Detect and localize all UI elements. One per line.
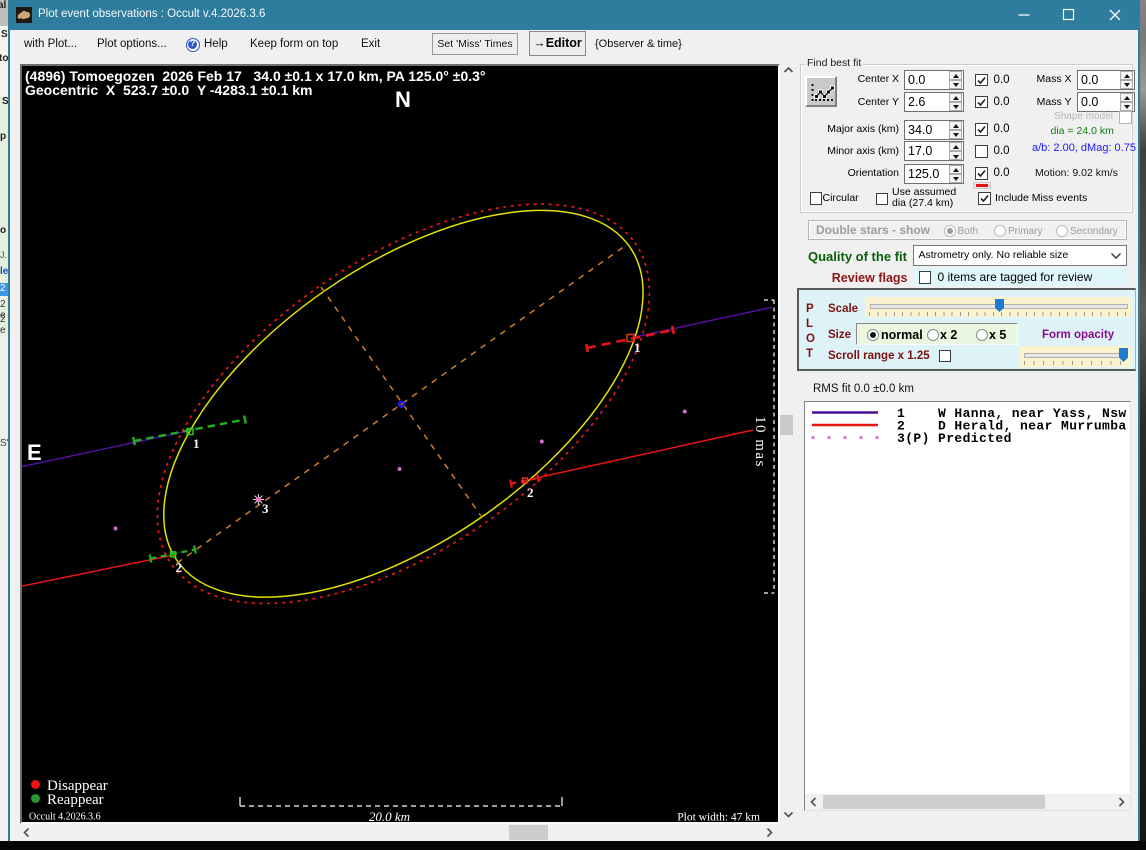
svg-text:1: 1 [193, 436, 200, 451]
svg-text:Plot width: 47 km: Plot width: 47 km [677, 812, 760, 823]
svg-text:10 mas: 10 mas [752, 416, 768, 468]
svg-text:E: E [27, 440, 42, 465]
svg-text:20.0 km: 20.0 km [369, 809, 410, 822]
svg-text:Predicted: Predicted [938, 431, 1012, 446]
svg-text:N: N [395, 87, 411, 112]
svg-text:3(P): 3(P) [897, 431, 930, 446]
svg-text:Geocentric X 523.7 ±0.0 Y -: Geocentric X 523.7 ±0.0 Y -4283.1 ±0.1 k… [25, 82, 313, 98]
svg-text:2: 2 [176, 560, 183, 575]
svg-text:1: 1 [634, 340, 641, 355]
svg-text:Occult 4.2026.3.6: Occult 4.2026.3.6 [29, 812, 101, 823]
svg-text:Reappear: Reappear [47, 792, 104, 808]
svg-text:2: 2 [527, 485, 534, 500]
svg-text:3: 3 [262, 501, 269, 516]
